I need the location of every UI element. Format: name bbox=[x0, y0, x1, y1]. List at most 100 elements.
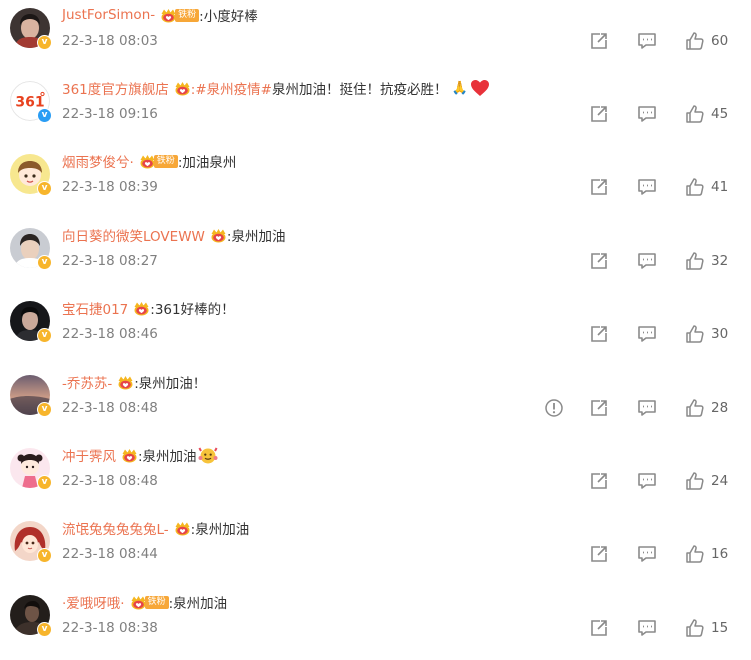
topic-link[interactable]: :#泉州疫情# bbox=[191, 78, 272, 98]
like-icon[interactable] bbox=[685, 324, 705, 344]
comment-content: 泉州加油！挺住！抗疫必胜！ bbox=[271, 82, 448, 98]
share-icon[interactable] bbox=[589, 398, 609, 418]
username-link[interactable]: 流氓兔兔兔兔兔L- bbox=[62, 518, 169, 538]
comment-list: v JustForSimon- 铁粉 :小度好棒 22-3-18 08:03 6… bbox=[0, 0, 751, 660]
comment-timestamp: 22-3-18 08:48 bbox=[62, 400, 158, 416]
comment-content: :加油泉州 bbox=[177, 155, 237, 171]
crown-icon[interactable] bbox=[121, 448, 138, 463]
comment-timestamp: 22-3-18 08:44 bbox=[62, 546, 158, 562]
comment-actions: 16 bbox=[589, 542, 731, 566]
verified-icon: v bbox=[37, 622, 52, 637]
comment-text-line: -乔苏苏- :泉州加油！ bbox=[62, 372, 206, 392]
comment-text-line: 宝石捷017 :361好棒的！ bbox=[62, 298, 235, 318]
crown-icon[interactable] bbox=[133, 301, 150, 316]
verified-icon: v bbox=[37, 402, 52, 417]
comment-timestamp: 22-3-18 08:48 bbox=[62, 473, 158, 489]
comment-icon[interactable] bbox=[637, 251, 657, 271]
like-count: 28 bbox=[711, 400, 729, 416]
crown-icon[interactable] bbox=[174, 81, 191, 96]
comment-content: :泉州加油 bbox=[168, 596, 228, 612]
comment-actions: 60 bbox=[589, 29, 731, 53]
comment-text-line: JustForSimon- 铁粉 :小度好棒 bbox=[62, 5, 258, 25]
pray-emoji-icon: 🙏 bbox=[451, 80, 468, 96]
comment-icon[interactable] bbox=[637, 31, 657, 51]
share-icon[interactable] bbox=[589, 544, 609, 564]
fan-badge[interactable]: 铁粉 bbox=[153, 154, 178, 168]
like-count: 15 bbox=[711, 620, 729, 636]
like-count: 45 bbox=[711, 106, 729, 122]
comment-icon[interactable] bbox=[637, 544, 657, 564]
username-link[interactable]: JustForSimon- bbox=[62, 7, 155, 23]
username-link[interactable]: 向日葵的微笑LOVEWW bbox=[62, 225, 205, 245]
comment-item: v JustForSimon- 铁粉 :小度好棒 22-3-18 08:03 6… bbox=[0, 0, 751, 73]
username-link[interactable]: ·爱哦呀哦· bbox=[62, 592, 125, 612]
comment-actions: 32 bbox=[589, 249, 731, 273]
comment-text-line: 烟雨梦俊兮· 铁粉 :加油泉州 bbox=[62, 151, 236, 171]
like-count: 16 bbox=[711, 546, 729, 562]
username-link[interactable]: 冲于霁风 bbox=[62, 445, 116, 465]
fan-badge[interactable]: 铁粉 bbox=[175, 8, 200, 22]
comment-text-line: 流氓兔兔兔兔兔L- :泉州加油 bbox=[62, 518, 249, 538]
comment-item: v 流氓兔兔兔兔兔L- :泉州加油 22-3-18 08:44 16 bbox=[0, 513, 751, 586]
comment-icon[interactable] bbox=[637, 398, 657, 418]
like-count: 32 bbox=[711, 253, 729, 269]
comment-actions: 24 bbox=[589, 469, 731, 493]
crown-icon[interactable] bbox=[210, 228, 227, 243]
like-icon[interactable] bbox=[685, 251, 705, 271]
comment-icon[interactable] bbox=[637, 104, 657, 124]
comment-content: :泉州加油 bbox=[226, 229, 286, 245]
comment-icon[interactable] bbox=[637, 177, 657, 197]
crown-icon[interactable] bbox=[174, 521, 191, 536]
comment-timestamp: 22-3-18 08:39 bbox=[62, 179, 158, 195]
comment-item: v 烟雨梦俊兮· 铁粉 :加油泉州 22-3-18 08:39 41 bbox=[0, 146, 751, 219]
comment-item: v -乔苏苏- :泉州加油！ 22-3-18 08:48 28 bbox=[0, 367, 751, 440]
cheer-emoji-icon bbox=[198, 445, 218, 465]
like-icon[interactable] bbox=[685, 471, 705, 491]
comment-content: :小度好棒 bbox=[199, 9, 258, 25]
comment-actions: 41 bbox=[589, 175, 731, 199]
comment-content: :泉州加油 bbox=[190, 522, 250, 538]
username-link[interactable]: -乔苏苏- bbox=[62, 372, 112, 392]
share-icon[interactable] bbox=[589, 471, 609, 491]
username-link[interactable]: 361度官方旗舰店 bbox=[62, 78, 169, 98]
crown-icon[interactable] bbox=[117, 375, 134, 390]
verified-icon: v bbox=[37, 181, 52, 196]
comment-text-line: 361度官方旗舰店 :#泉州疫情# 泉州加油！挺住！抗疫必胜！ 🙏 bbox=[62, 78, 490, 98]
like-count: 24 bbox=[711, 473, 729, 489]
comment-item: v 宝石捷017 :361好棒的！ 22-3-18 08:46 30 bbox=[0, 293, 751, 366]
like-icon[interactable] bbox=[685, 398, 705, 418]
comment-icon[interactable] bbox=[637, 471, 657, 491]
like-icon[interactable] bbox=[685, 177, 705, 197]
report-icon[interactable] bbox=[544, 398, 564, 418]
share-icon[interactable] bbox=[589, 104, 609, 124]
like-icon[interactable] bbox=[685, 104, 705, 124]
comment-content: :361好棒的！ bbox=[150, 302, 235, 318]
fan-badge[interactable]: 铁粉 bbox=[144, 595, 169, 609]
comment-content: :泉州加油 bbox=[138, 449, 197, 465]
comment-item: v 向日葵的微笑LOVEWW :泉州加油 22-3-18 08:27 32 bbox=[0, 220, 751, 293]
username-link[interactable]: 宝石捷017 bbox=[62, 298, 128, 318]
like-count: 60 bbox=[711, 33, 729, 49]
verified-icon: v bbox=[37, 328, 52, 343]
share-icon[interactable] bbox=[589, 324, 609, 344]
comment-timestamp: 22-3-18 08:27 bbox=[62, 253, 158, 269]
username-link[interactable]: 烟雨梦俊兮· bbox=[62, 151, 134, 171]
comment-item: 361 v 361度官方旗舰店 :#泉州疫情# 泉州加油！挺住！抗疫必胜！ 🙏 … bbox=[0, 73, 751, 146]
comment-actions: 15 bbox=[589, 616, 731, 640]
like-icon[interactable] bbox=[685, 544, 705, 564]
comment-icon[interactable] bbox=[637, 618, 657, 638]
share-icon[interactable] bbox=[589, 31, 609, 51]
comment-item: v 冲于霁风 :泉州加油 22-3-18 08:48 24 bbox=[0, 440, 751, 513]
comment-text-line: ·爱哦呀哦· 铁粉 :泉州加油 bbox=[62, 592, 227, 612]
verified-icon: v bbox=[37, 548, 52, 563]
like-icon[interactable] bbox=[685, 31, 705, 51]
share-icon[interactable] bbox=[589, 177, 609, 197]
verified-icon: v bbox=[37, 255, 52, 270]
like-icon[interactable] bbox=[685, 618, 705, 638]
like-count: 30 bbox=[711, 326, 729, 342]
share-icon[interactable] bbox=[589, 618, 609, 638]
comment-icon[interactable] bbox=[637, 324, 657, 344]
share-icon[interactable] bbox=[589, 251, 609, 271]
comment-timestamp: 22-3-18 08:46 bbox=[62, 326, 158, 342]
heart-emoji-icon bbox=[470, 79, 490, 97]
